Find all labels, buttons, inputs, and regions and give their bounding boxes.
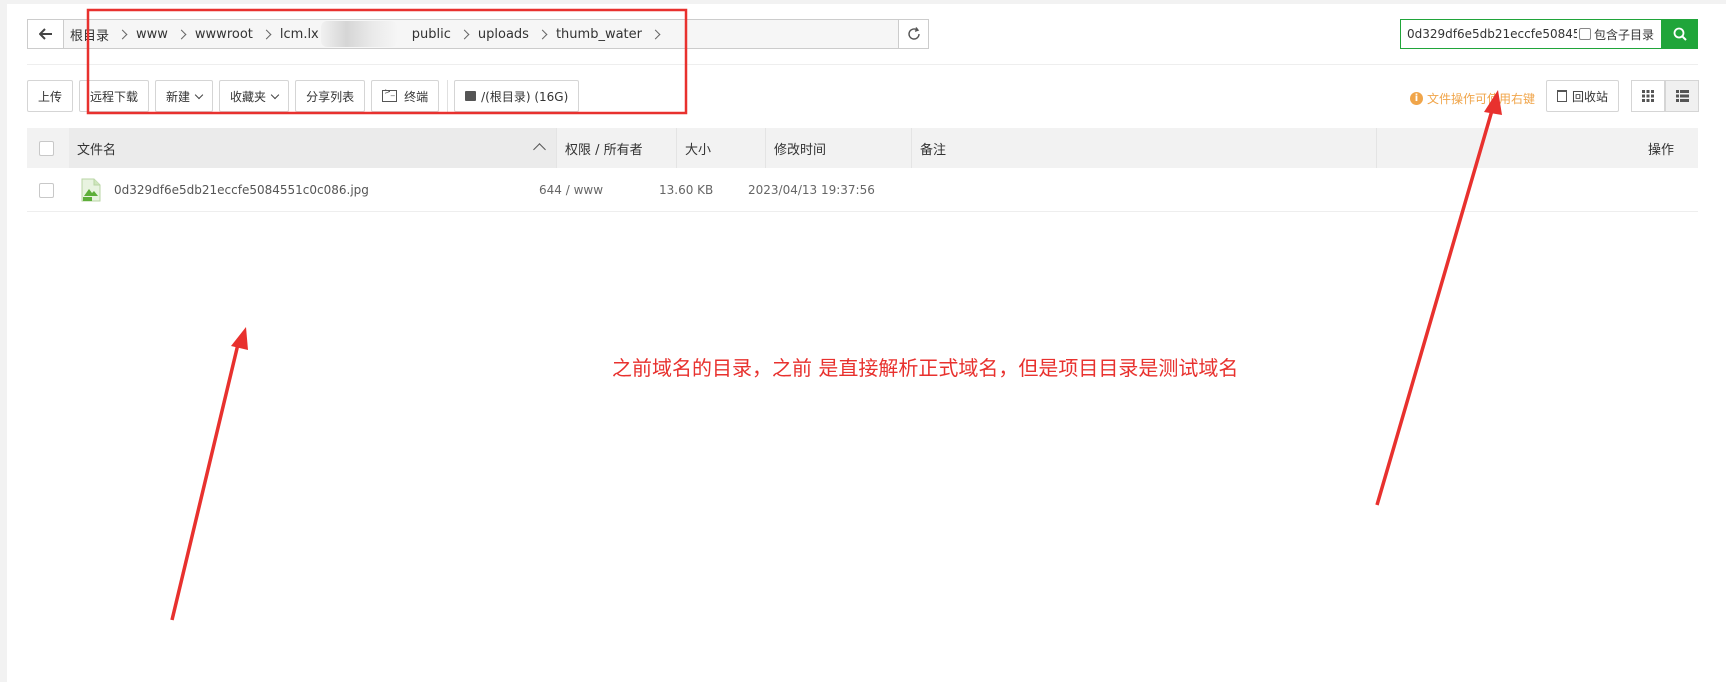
list-icon bbox=[1675, 90, 1689, 102]
chevron-right-icon bbox=[261, 29, 272, 39]
chevron-right-icon bbox=[537, 29, 548, 39]
info-icon: i bbox=[1410, 92, 1423, 105]
header-mtime[interactable]: 修改时间 bbox=[766, 128, 912, 168]
header-permission-label: 权限 / 所有者 bbox=[565, 142, 643, 158]
terminal-label: 终端 bbox=[404, 89, 429, 104]
crumb-root[interactable]: 根目录 bbox=[70, 25, 136, 44]
remote-download-label: 远程下载 bbox=[90, 89, 139, 104]
header-permission[interactable]: 权限 / 所有者 bbox=[557, 128, 677, 168]
header-size[interactable]: 大小 bbox=[677, 128, 766, 168]
recycle-bin-button[interactable]: 回收站 bbox=[1546, 80, 1620, 112]
disk-button[interactable]: /(根目录) (16G) bbox=[454, 80, 580, 112]
divider bbox=[27, 64, 1698, 65]
remote-download-button[interactable]: 远程下载 bbox=[79, 80, 150, 112]
search-field-wrapper: 包含子目录 bbox=[1400, 19, 1662, 49]
file-size: 13.60 KB bbox=[659, 183, 714, 197]
image-file-icon bbox=[81, 178, 101, 202]
path-bar: 根目录 www wwwroot lcm.lx public uploads th… bbox=[27, 19, 929, 49]
back-button[interactable] bbox=[28, 20, 64, 48]
header-filename-label: 文件名 bbox=[77, 142, 117, 158]
annotation-note: 之前域名的目录，之前 是直接解析正式域名，但是项目目录是测试域名 bbox=[612, 356, 1239, 380]
terminal-button[interactable]: 终端 bbox=[371, 80, 440, 112]
file-mtime: 2023/04/13 19:37:56 bbox=[748, 183, 875, 197]
crumb-uploads[interactable]: uploads bbox=[478, 27, 556, 42]
crumb-public[interactable]: public bbox=[412, 27, 478, 42]
include-subdir-label: 包含子目录 bbox=[1594, 27, 1655, 42]
file-table-header: 文件名 权限 / 所有者 大小 修改时间 备注 操作 bbox=[27, 128, 1698, 168]
header-size-label: 大小 bbox=[685, 142, 712, 158]
crumb-www[interactable]: www bbox=[136, 27, 195, 42]
refresh-icon bbox=[907, 27, 920, 40]
list-view-button[interactable] bbox=[1665, 80, 1699, 112]
crumb-wwwroot[interactable]: wwwroot bbox=[195, 27, 280, 42]
search-button[interactable] bbox=[1662, 19, 1698, 49]
select-all-checkbox[interactable] bbox=[39, 140, 54, 156]
search-input[interactable] bbox=[1401, 27, 1577, 41]
chevron-right-icon bbox=[650, 29, 661, 39]
disk-label: /(根目录) (16G) bbox=[481, 89, 569, 104]
upload-button[interactable]: 上传 bbox=[27, 80, 74, 112]
chevron-down-icon bbox=[270, 90, 280, 99]
refresh-button[interactable] bbox=[898, 20, 928, 48]
search-icon bbox=[1673, 27, 1687, 41]
search-box: 包含子目录 bbox=[1400, 19, 1698, 49]
chevron-right-icon bbox=[176, 29, 187, 39]
file-permission[interactable]: 644 / www bbox=[539, 168, 603, 212]
sort-asc-icon bbox=[533, 143, 546, 156]
header-ops: 操作 bbox=[1377, 128, 1698, 168]
breadcrumb: 根目录 www wwwroot lcm.lx public uploads th… bbox=[64, 20, 898, 48]
header-mtime-label: 修改时间 bbox=[774, 142, 827, 158]
toolbar: 上传 远程下载 新建 收藏夹 分享列表 终端 /(根目录) (16G) bbox=[27, 80, 585, 112]
favorites-label: 收藏夹 bbox=[230, 89, 267, 104]
row-checkbox[interactable] bbox=[39, 182, 54, 198]
row-checkbox-cell bbox=[39, 168, 54, 212]
upload-label: 上传 bbox=[38, 89, 63, 104]
new-button[interactable]: 新建 bbox=[155, 80, 214, 112]
share-list-label: 分享列表 bbox=[306, 89, 355, 104]
chevron-down-icon bbox=[194, 90, 204, 99]
header-remark-label: 备注 bbox=[920, 142, 947, 158]
redaction-blur bbox=[320, 21, 397, 47]
select-all-cell bbox=[27, 128, 69, 168]
tip-text: 文件操作可使用右键 bbox=[1427, 92, 1536, 106]
header-ops-label: 操作 bbox=[1647, 142, 1674, 158]
view-toggle bbox=[1631, 80, 1699, 112]
crumb-domain[interactable]: lcm.lx bbox=[280, 21, 412, 47]
file-icon-cell bbox=[81, 168, 101, 212]
share-list-button[interactable]: 分享列表 bbox=[295, 80, 366, 112]
arrow-left-icon bbox=[38, 28, 52, 40]
include-subdir-checkbox[interactable] bbox=[1579, 28, 1591, 40]
chevron-right-icon bbox=[459, 29, 470, 39]
table-row[interactable]: 0d329df6e5db21eccfe5084551c0c086.jpg 644… bbox=[27, 168, 1698, 212]
terminal-icon bbox=[382, 87, 398, 102]
new-label: 新建 bbox=[166, 89, 191, 104]
header-remark: 备注 bbox=[912, 128, 1377, 168]
right-click-tip: i 文件操作可使用右键 bbox=[1410, 90, 1535, 107]
file-name[interactable]: 0d329df6e5db21eccfe5084551c0c086.jpg bbox=[114, 168, 369, 212]
grid-icon bbox=[1642, 90, 1654, 102]
toolbar-separator bbox=[447, 80, 449, 112]
grid-view-button[interactable] bbox=[1631, 80, 1665, 112]
chevron-right-icon bbox=[117, 29, 128, 39]
crumb-thumb-water[interactable]: thumb_water bbox=[556, 27, 669, 42]
trash-icon bbox=[1557, 90, 1567, 102]
disk-icon bbox=[465, 91, 477, 101]
header-filename[interactable]: 文件名 bbox=[69, 128, 557, 168]
favorites-button[interactable]: 收藏夹 bbox=[219, 80, 290, 112]
recycle-label: 回收站 bbox=[1572, 89, 1609, 104]
